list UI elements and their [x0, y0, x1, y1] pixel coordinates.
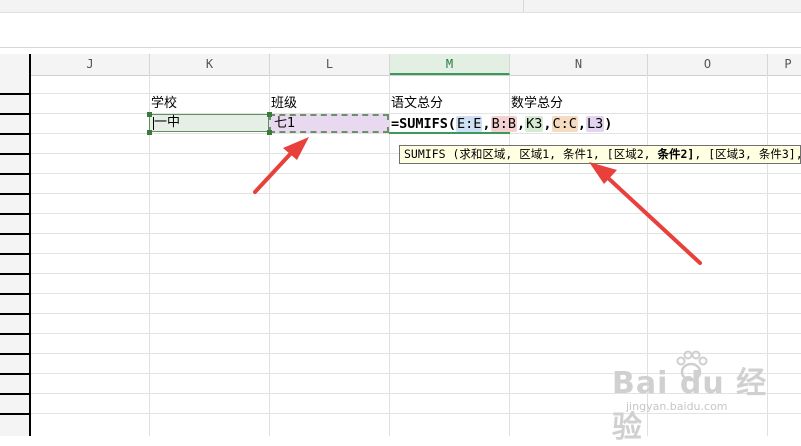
tooltip-current-arg: 条件2]: [657, 147, 695, 161]
grid-row-line: [31, 233, 801, 234]
grid-row-line: [31, 333, 801, 334]
formula-suffix: ): [604, 116, 613, 132]
row-divider: [0, 313, 29, 315]
grid-row-line: [31, 293, 801, 294]
column-header-row: J K L M N O P: [0, 54, 801, 76]
row-divider: [0, 193, 29, 195]
formula-prefix: =SUMIFS(: [391, 116, 457, 132]
column-header-o[interactable]: O: [648, 54, 768, 75]
row-divider: [0, 253, 29, 255]
grid-row-line: [31, 273, 801, 274]
formula-ref-e: E:E: [456, 116, 483, 132]
row-divider: [0, 393, 29, 395]
row-divider: [0, 173, 29, 175]
grid-row-line: [31, 313, 801, 314]
row-header-gutter[interactable]: [0, 75, 31, 436]
column-header-m[interactable]: M: [390, 54, 510, 75]
row-divider: [0, 373, 29, 375]
column-header-j[interactable]: J: [31, 54, 150, 75]
formula-bar-area[interactable]: [0, 13, 801, 48]
column-header-p[interactable]: P: [768, 54, 801, 75]
row-divider: [0, 413, 29, 415]
row-divider: [0, 353, 29, 355]
formula-ref-b: B:B: [490, 116, 517, 132]
column-header-n[interactable]: N: [510, 54, 648, 75]
range-handle[interactable]: [267, 112, 272, 117]
cell-m2[interactable]: 语文总分: [391, 94, 443, 114]
grid-row-line: [31, 173, 801, 174]
row-divider: [0, 113, 29, 115]
row-divider: [0, 273, 29, 275]
grid-row-line: [31, 213, 801, 214]
tooltip-text-after: , [区域3, 条件3], ...): [694, 147, 801, 161]
toolbar-divider: [523, 0, 524, 12]
row-divider: [0, 153, 29, 155]
column-header-l[interactable]: L: [270, 54, 390, 75]
function-tooltip: SUMIFS (求和区域, 区域1, 条件1, [区域2, 条件2], [区域3…: [399, 145, 801, 164]
range-handle[interactable]: [267, 130, 272, 135]
cell-k3[interactable]: 一中: [154, 113, 180, 133]
row-divider: [0, 293, 29, 295]
formula-ref-l3: L3: [586, 116, 605, 132]
column-header-k[interactable]: K: [150, 54, 270, 75]
select-all-corner[interactable]: [0, 54, 31, 75]
grid-row-line: [31, 193, 801, 194]
row-divider: [0, 133, 29, 135]
grid-row-line: [31, 253, 801, 254]
cell-l2[interactable]: 班级: [271, 94, 297, 114]
formula-separator: ,: [516, 116, 526, 132]
range-handle[interactable]: [147, 130, 152, 135]
watermark-url: jingyan.baidu.com: [626, 400, 728, 413]
tooltip-text-before: SUMIFS (求和区域, 区域1, 条件1, [区域2,: [404, 147, 658, 161]
row-divider: [0, 333, 29, 335]
cell-n2[interactable]: 数学总分: [511, 94, 563, 114]
formula-separator: ,: [543, 116, 552, 132]
baidu-watermark: Bai du 经验 jingyan.baidu.com: [612, 350, 797, 445]
row-divider: [0, 213, 29, 215]
formula-ref-c: C:C: [551, 116, 578, 132]
toolbar-strip: [0, 0, 801, 13]
formula-in-cell[interactable]: =SUMIFS(E:E,B:B,K3,C:C,L3): [391, 114, 612, 134]
formula-ref-k3: K3: [525, 116, 544, 132]
cell-l3[interactable]: 七1: [274, 114, 295, 134]
row-divider: [0, 233, 29, 235]
formula-separator: ,: [577, 116, 587, 132]
row-divider: [0, 93, 29, 95]
cell-k2[interactable]: 学校: [151, 94, 177, 114]
formula-separator: ,: [482, 116, 491, 132]
range-handle[interactable]: [147, 112, 152, 117]
